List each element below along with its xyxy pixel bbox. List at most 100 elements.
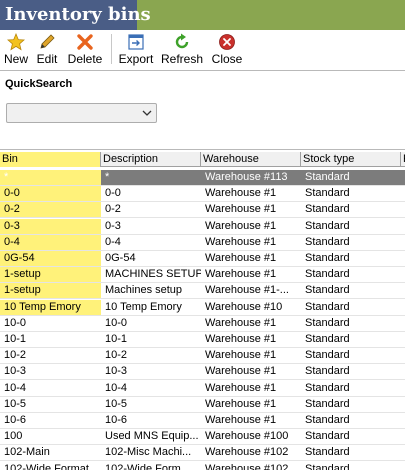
- cell-warehouse: Warehouse #1: [205, 203, 277, 216]
- table-row[interactable]: 10-3 10-3 Warehouse #1 Standard: [0, 364, 405, 381]
- cell-bin: 10-6: [4, 414, 27, 426]
- close-button-label: Close: [211, 52, 243, 66]
- chevron-down-icon: [142, 110, 152, 116]
- column-header-description[interactable]: Description: [101, 152, 201, 167]
- close-icon: [219, 34, 235, 50]
- cell-warehouse: Warehouse #1: [205, 414, 277, 426]
- cell-warehouse: Warehouse #1: [205, 187, 277, 200]
- cell-bin: 0-4: [0, 234, 101, 250]
- export-button-label: Export: [118, 52, 154, 66]
- cell-warehouse: Warehouse #1: [205, 219, 277, 232]
- refresh-icon: [175, 33, 189, 49]
- column-header-bin[interactable]: Bin: [0, 152, 101, 167]
- export-icon: [128, 34, 144, 50]
- cell-description: 10-2: [105, 349, 128, 362]
- column-header-stock-type[interactable]: Stock type: [301, 152, 401, 167]
- close-button[interactable]: Close: [210, 30, 244, 68]
- bins-grid: Bin Description Warehouse Stock type F *…: [0, 150, 405, 470]
- table-row[interactable]: 0G-54 0G-54 Warehouse #1 Standard: [0, 251, 405, 267]
- table-row[interactable]: 0-2 0-2 Warehouse #1 Standard: [0, 202, 405, 219]
- cell-warehouse: Warehouse #1: [205, 333, 277, 345]
- quicksearch-select[interactable]: [6, 103, 157, 123]
- cell-description: 10-1: [105, 333, 128, 345]
- table-row[interactable]: 10-2 10-2 Warehouse #1 Standard: [0, 348, 405, 365]
- cell-description: 0G-54: [105, 252, 136, 264]
- cell-bin: 1-setup: [0, 283, 101, 299]
- delete-button[interactable]: Delete: [66, 30, 104, 68]
- edit-button-label: Edit: [36, 52, 58, 66]
- new-button[interactable]: New: [2, 30, 30, 68]
- grid-header: Bin Description Warehouse Stock type F: [0, 152, 405, 167]
- cell-stock-type: Standard: [305, 203, 350, 216]
- cell-bin: 10-0: [4, 316, 27, 329]
- cell-warehouse: Warehouse #10: [205, 300, 283, 313]
- cell-description: Used MNS Equip...: [105, 430, 199, 443]
- cell-bin: 100: [4, 430, 23, 443]
- pencil-icon: [40, 34, 55, 49]
- cell-bin: 10 Temp Emory: [0, 299, 101, 315]
- window-title: Inventory bins: [0, 0, 151, 30]
- cell-description: 0-0: [105, 187, 121, 200]
- table-row[interactable]: 102-Main 102-Misc Machi... Warehouse #102 S…: [0, 445, 405, 462]
- table-row[interactable]: 0-3 0-3 Warehouse #1 Standard: [0, 218, 405, 235]
- cell-description: MACHINES SETUP: [105, 268, 201, 281]
- cell-stock-type: Standard: [305, 316, 350, 329]
- cell-bin: 10-1: [4, 333, 27, 345]
- cell-stock-type: Standard: [305, 219, 350, 232]
- cell-description: 10-0: [105, 316, 128, 329]
- table-row[interactable]: 10-4 10-4 Warehouse #1 Standard: [0, 381, 405, 397]
- cell-warehouse: Warehouse #113: [205, 171, 288, 183]
- cell-warehouse: Warehouse #1-...: [205, 284, 289, 297]
- cell-warehouse: Warehouse #102: [205, 462, 289, 470]
- table-row[interactable]: 10-0 10-0 Warehouse #1 Standard: [0, 316, 405, 332]
- cell-stock-type: Standard: [305, 430, 350, 443]
- cell-warehouse: Warehouse #1: [205, 397, 277, 410]
- cell-warehouse: Warehouse #1: [205, 381, 277, 394]
- edit-button[interactable]: Edit: [34, 30, 60, 68]
- cell-stock-type: Standard: [305, 268, 350, 281]
- table-row[interactable]: 100 Used MNS Equip... Warehouse #100 Standa…: [0, 429, 405, 446]
- cell-warehouse: Warehouse #1: [205, 235, 277, 248]
- table-row[interactable]: 0-4 0-4 Warehouse #1 Standard: [0, 234, 405, 251]
- cell-warehouse: Warehouse #1: [205, 365, 277, 378]
- table-row[interactable]: 10-6 10-6 Warehouse #1 Standard: [0, 413, 405, 429]
- cell-stock-type: Standard: [305, 171, 350, 183]
- delete-button-label: Delete: [67, 52, 103, 66]
- refresh-button[interactable]: Refresh: [161, 30, 203, 68]
- cell-description: Machines setup: [105, 284, 183, 297]
- cell-bin: 10-3: [4, 365, 27, 378]
- table-row[interactable]: 10 Temp Emory 10 Temp Emory Warehouse #10 S…: [0, 299, 405, 316]
- table-row-selected[interactable]: * * Warehouse #113 Standard: [0, 170, 405, 186]
- quicksearch-panel: QuickSearch: [0, 70, 405, 150]
- refresh-button-label: Refresh: [161, 52, 204, 66]
- column-header-warehouse[interactable]: Warehouse: [201, 152, 301, 167]
- cell-description: 10-5: [105, 397, 128, 410]
- table-row[interactable]: 10-1 10-1 Warehouse #1 Standard: [0, 332, 405, 348]
- cell-stock-type: Standard: [305, 284, 350, 297]
- cell-description: 102-Misc Machi...: [105, 446, 192, 459]
- cell-warehouse: Warehouse #1: [205, 252, 277, 264]
- cell-bin: 0-3: [0, 218, 101, 234]
- export-button[interactable]: Export: [117, 30, 155, 68]
- cell-description: 0-2: [105, 203, 121, 216]
- cell-bin: 0-0: [0, 186, 101, 202]
- table-row[interactable]: 10-5 10-5 Warehouse #1 Standard: [0, 397, 405, 413]
- cell-stock-type: Standard: [305, 365, 350, 378]
- cell-description: 0-3: [105, 219, 121, 232]
- table-row[interactable]: 1-setup MACHINES SETUP Warehouse #1 Standar…: [0, 267, 405, 284]
- cell-warehouse: Warehouse #100: [205, 430, 289, 443]
- cell-bin: 10-2: [4, 349, 27, 362]
- table-row[interactable]: 1-setup Machines setup Warehouse #1-... Sta…: [0, 283, 405, 300]
- cell-stock-type: Standard: [305, 414, 350, 426]
- cell-warehouse: Warehouse #1: [205, 349, 277, 362]
- cell-bin: 102-Wide Format: [4, 462, 89, 470]
- cell-description: 0-4: [105, 235, 121, 248]
- table-row[interactable]: 102-Wide Format 102-Wide Form... Warehouse…: [0, 462, 405, 470]
- cell-stock-type: Standard: [305, 349, 350, 362]
- cell-stock-type: Standard: [305, 397, 350, 410]
- cell-description: 102-Wide Form...: [105, 462, 190, 470]
- cell-bin: 102-Main: [4, 446, 50, 459]
- toolbar-separator: [111, 34, 112, 64]
- column-header-extra[interactable]: F: [401, 152, 405, 167]
- table-row[interactable]: 0-0 0-0 Warehouse #1 Standard: [0, 186, 405, 203]
